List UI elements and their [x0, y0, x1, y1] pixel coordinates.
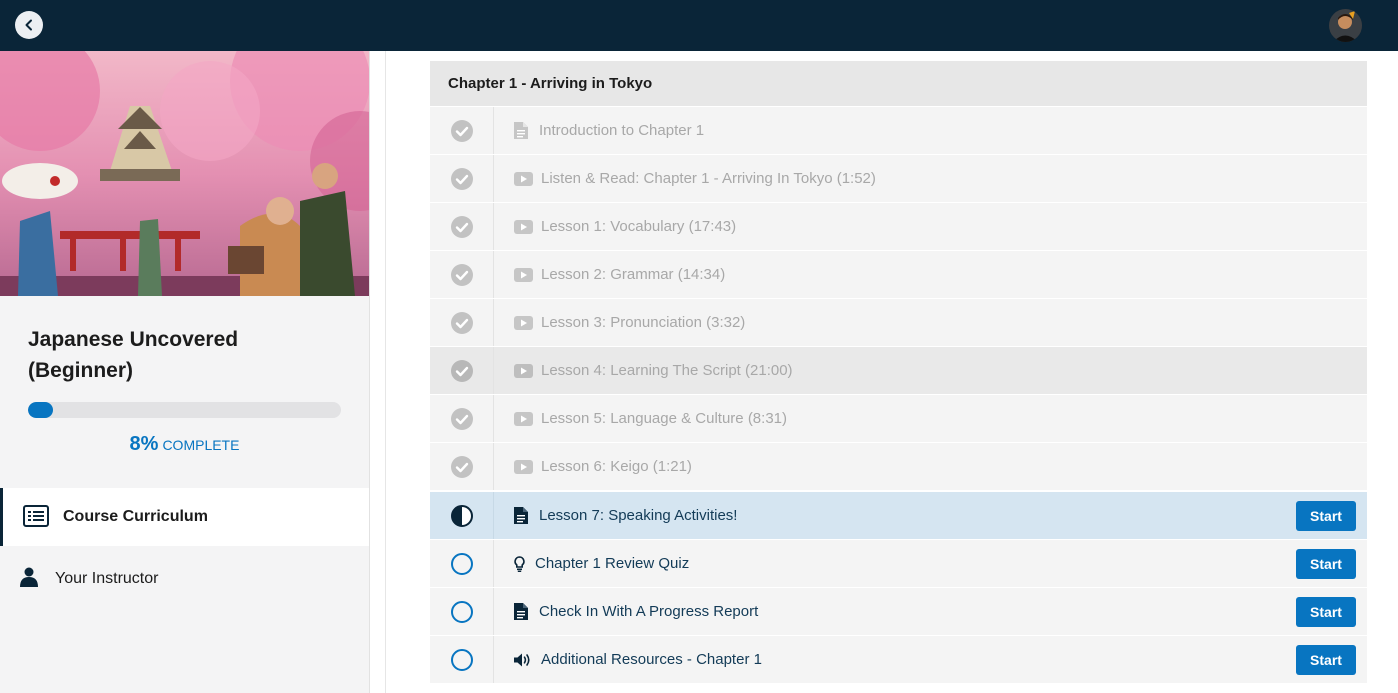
video-icon — [514, 347, 533, 394]
lecture-row[interactable]: Lesson 7: Speaking Activities! Start — [430, 492, 1367, 539]
completed-check-icon — [450, 311, 473, 334]
completed-check-icon — [450, 215, 473, 238]
course-cover-image — [0, 51, 369, 296]
lecture-title: Lesson 7: Speaking Activities! — [539, 507, 738, 524]
completed-check-icon — [450, 119, 473, 142]
lecture-title: Chapter 1 Review Quiz — [535, 555, 690, 572]
lecture-title: Check In With A Progress Report — [539, 603, 759, 620]
empty-circle-icon — [450, 600, 473, 623]
lecture-row[interactable]: Lesson 3: Pronunciation (3:32) — [430, 299, 1367, 346]
lecture-row[interactable]: Check In With A Progress Report Start — [430, 588, 1367, 635]
completed-check-icon — [450, 455, 473, 478]
lecture-title: Lesson 1: Vocabulary (17:43) — [541, 218, 737, 235]
video-icon — [514, 395, 533, 442]
lecture-title: Lesson 3: Pronunciation (3:32) — [541, 314, 746, 331]
course-title: Japanese Uncovered (Beginner) — [28, 328, 239, 382]
document-icon — [514, 107, 528, 154]
lecture-row[interactable]: Lesson 2: Grammar (14:34) — [430, 251, 1367, 298]
nav-course-curriculum[interactable]: Course Curriculum — [0, 488, 369, 546]
video-icon — [514, 251, 533, 298]
completed-check-icon — [450, 167, 473, 190]
lecture-row[interactable]: Chapter 1 Review Quiz Start — [430, 540, 1367, 587]
completed-check-icon — [450, 263, 473, 286]
document-icon — [514, 588, 528, 635]
speaker-icon — [514, 636, 532, 683]
start-button[interactable]: Start — [1296, 597, 1356, 627]
course-progress-bar — [28, 402, 341, 418]
course-sidebar: Japanese Uncovered (Beginner) 8% COMPLETE… — [0, 51, 370, 693]
lecture-row[interactable]: Lesson 5: Language & Culture (8:31) — [430, 395, 1367, 442]
lecture-row[interactable]: Lesson 1: Vocabulary (17:43) — [430, 203, 1367, 250]
chapter-title: Chapter 1 - Arriving in Tokyo — [430, 61, 1367, 106]
completed-check-icon — [450, 407, 473, 430]
video-icon — [514, 203, 533, 250]
nav-your-instructor[interactable]: Your Instructor — [0, 550, 369, 608]
document-icon — [514, 492, 528, 539]
user-icon — [20, 567, 38, 587]
curriculum-panel: Chapter 1 - Arriving in Tokyo Introducti… — [385, 51, 1398, 693]
progress-complete-label: COMPLETE — [162, 437, 240, 453]
lecture-title: Lesson 2: Grammar (14:34) — [541, 266, 726, 283]
list-icon — [23, 505, 49, 527]
start-button[interactable]: Start — [1296, 549, 1356, 579]
lecture-row[interactable]: Listen & Read: Chapter 1 - Arriving In T… — [430, 155, 1367, 202]
start-button[interactable]: Start — [1296, 501, 1356, 531]
user-avatar[interactable] — [1329, 9, 1362, 42]
lightbulb-icon — [514, 540, 525, 587]
lecture-row[interactable]: Lesson 4: Learning The Script (21:00) — [430, 347, 1367, 394]
empty-circle-icon — [450, 648, 473, 671]
progress-percent: 8% — [129, 433, 159, 455]
lecture-row[interactable]: Additional Resources - Chapter 1 Start — [430, 636, 1367, 683]
lecture-title: Additional Resources - Chapter 1 — [541, 651, 762, 668]
lecture-row[interactable]: Introduction to Chapter 1 — [430, 107, 1367, 154]
lecture-title: Lesson 5: Language & Culture (8:31) — [541, 410, 787, 427]
nav-your-instructor-label: Your Instructor — [55, 570, 159, 587]
lecture-title: Introduction to Chapter 1 — [539, 122, 705, 139]
lecture-title: Listen & Read: Chapter 1 - Arriving In T… — [541, 170, 876, 187]
lecture-row[interactable]: Lesson 6: Keigo (1:21) — [430, 443, 1367, 490]
top-bar — [0, 0, 1398, 51]
video-icon — [514, 443, 533, 490]
half-circle-progress-icon — [450, 504, 473, 527]
chevron-left-icon — [25, 19, 32, 31]
completed-check-icon — [450, 359, 473, 382]
empty-circle-icon — [450, 552, 473, 575]
start-button[interactable]: Start — [1296, 645, 1356, 675]
video-icon — [514, 155, 533, 202]
nav-course-curriculum-label: Course Curriculum — [63, 508, 208, 525]
lecture-title: Lesson 6: Keigo (1:21) — [541, 458, 692, 475]
video-icon — [514, 299, 533, 346]
lecture-title: Lesson 4: Learning The Script (21:00) — [541, 362, 793, 379]
progress-text: 8% COMPLETE — [0, 433, 369, 456]
back-button[interactable] — [15, 11, 43, 39]
course-progress-fill — [28, 402, 54, 418]
